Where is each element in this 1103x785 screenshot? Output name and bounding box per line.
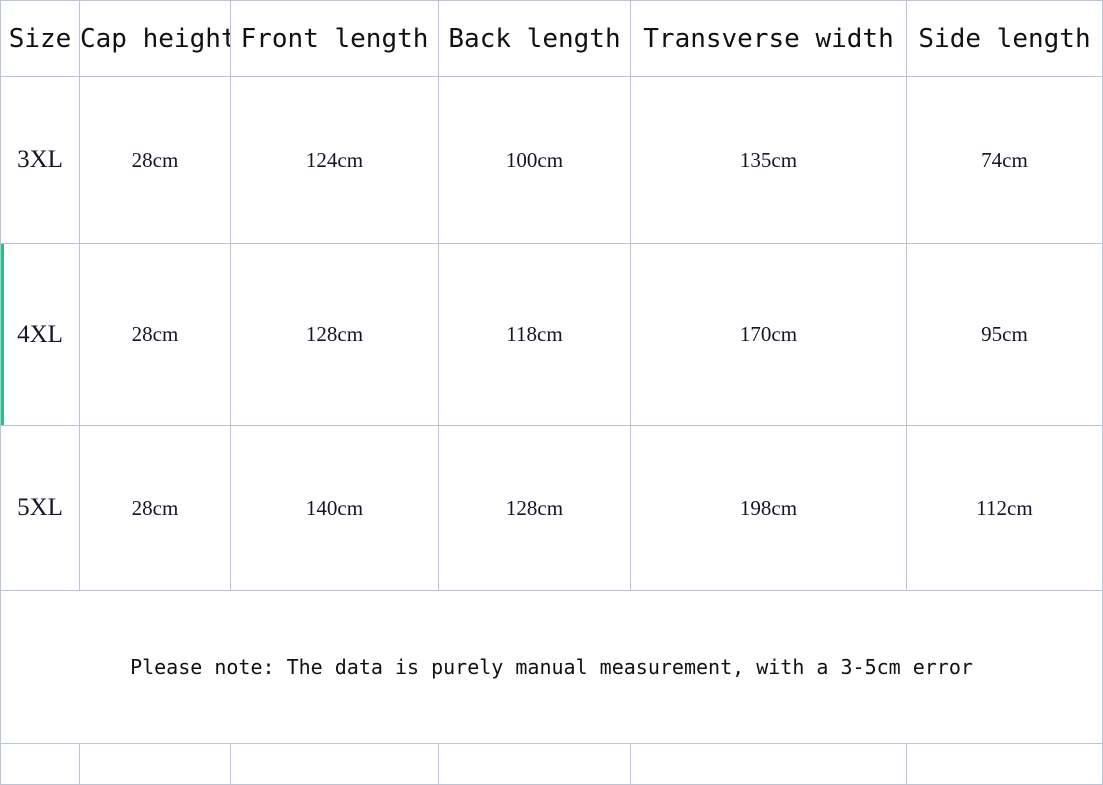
cell-transverse-width: 135cm <box>630 76 907 244</box>
measurement-note: Please note: The data is purely manual m… <box>0 590 1103 744</box>
cell-transverse-width: 198cm <box>630 425 907 591</box>
cell-cap-height <box>79 743 231 785</box>
cell-size: 4XL <box>0 243 80 426</box>
cell-back-length: 128cm <box>438 425 631 591</box>
cell-cap-height: 28cm <box>79 243 231 426</box>
cell-side-length: 95cm <box>906 243 1103 426</box>
cell-back-length <box>438 743 631 785</box>
column-header-front-length: Front length <box>230 0 439 77</box>
cell-front-length: 128cm <box>230 243 439 426</box>
cell-size: 5XL <box>0 425 80 591</box>
column-header-size: Size <box>0 0 80 77</box>
cell-front-length: 140cm <box>230 425 439 591</box>
cell-side-length: 74cm <box>906 76 1103 244</box>
cell-front-length <box>230 743 439 785</box>
cell-transverse-width: 170cm <box>630 243 907 426</box>
row-selected-indicator <box>1 244 4 425</box>
table-note-row: Please note: The data is purely manual m… <box>0 590 1103 744</box>
cell-back-length: 118cm <box>438 243 631 426</box>
table-row[interactable]: 5XL 28cm 140cm 128cm 198cm 112cm <box>0 425 1103 591</box>
table-row-partial <box>0 743 1103 785</box>
column-header-side-length: Side length <box>906 0 1103 77</box>
size-chart-table: Size Cap height Front length Back length… <box>0 0 1103 785</box>
column-header-transverse-width: Transverse width <box>630 0 907 77</box>
cell-size-label: 4XL <box>17 320 63 348</box>
cell-size <box>0 743 80 785</box>
cell-cap-height: 28cm <box>79 425 231 591</box>
table-header-row: Size Cap height Front length Back length… <box>0 0 1103 77</box>
cell-transverse-width <box>630 743 907 785</box>
cell-size: 3XL <box>0 76 80 244</box>
column-header-back-length: Back length <box>438 0 631 77</box>
cell-front-length: 124cm <box>230 76 439 244</box>
table-row[interactable]: 3XL 28cm 124cm 100cm 135cm 74cm <box>0 76 1103 244</box>
cell-back-length: 100cm <box>438 76 631 244</box>
column-header-cap-height: Cap height <box>79 0 231 77</box>
table-row-selected[interactable]: 4XL 28cm 128cm 118cm 170cm 95cm <box>0 243 1103 426</box>
cell-side-length <box>906 743 1103 785</box>
cell-side-length: 112cm <box>906 425 1103 591</box>
cell-cap-height: 28cm <box>79 76 231 244</box>
